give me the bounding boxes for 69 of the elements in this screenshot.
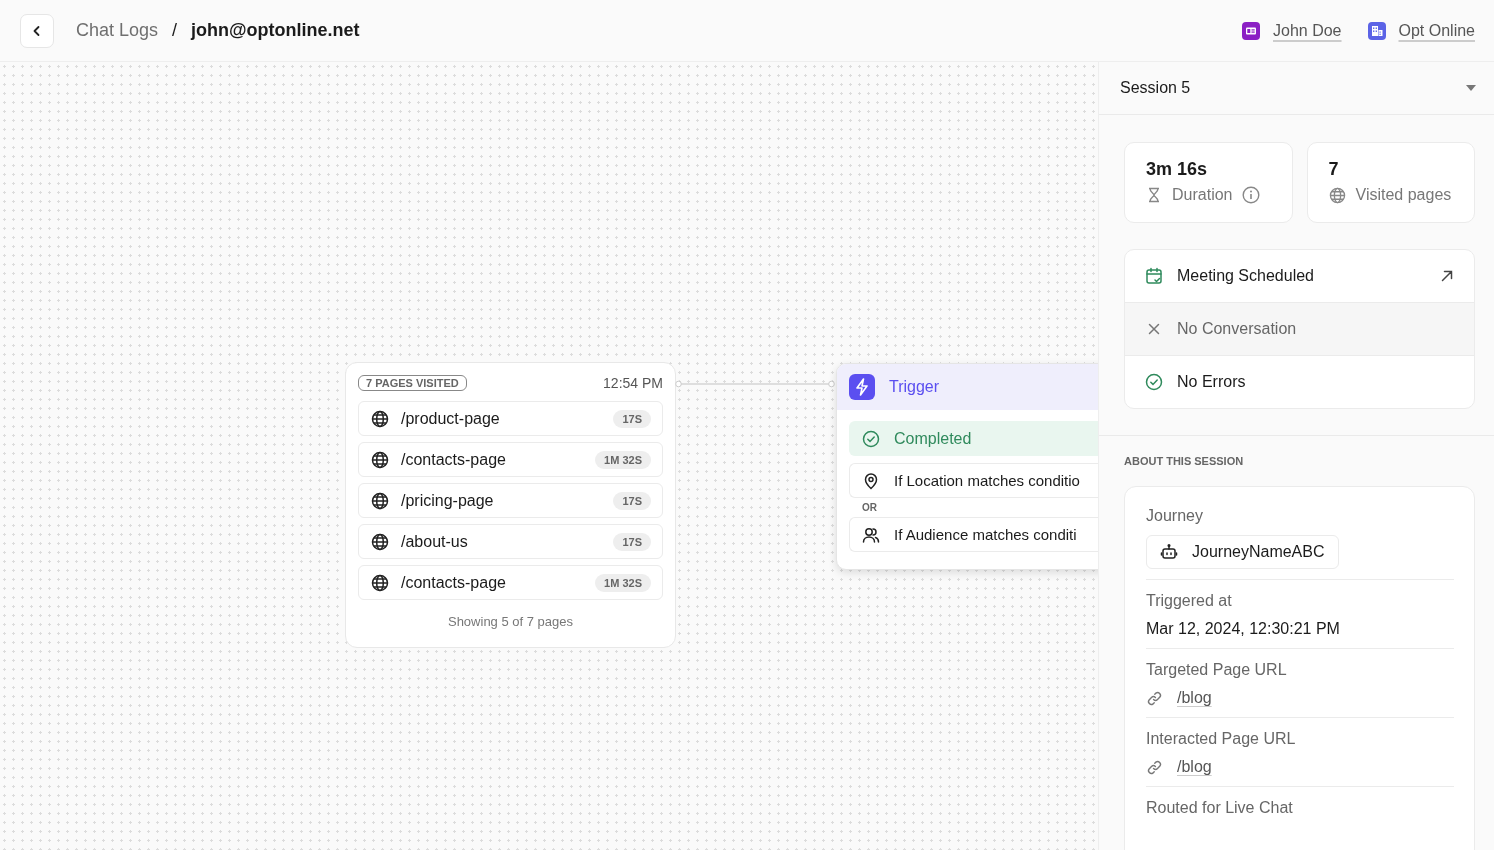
globe-icon [371,532,389,551]
location-pin-icon [862,471,880,490]
page-path: /pricing-page [401,491,495,510]
field-label: Routed for Live Chat [1146,799,1294,817]
outcome-text: Meeting Scheduled [1177,267,1315,285]
check-circle-icon [862,429,880,448]
section-heading: ABOUT THIS SESSION [1124,455,1245,467]
outcome-text: No Errors [1177,373,1247,391]
contact-card-icon [1242,21,1260,40]
page-row[interactable]: /pricing-page 17S [358,483,663,518]
field-label: Journey [1146,507,1204,525]
robot-icon [1160,543,1178,561]
check-circle-icon [1145,373,1163,391]
duration-badge: 17S [613,409,651,428]
url-link[interactable]: /blog [1177,758,1212,776]
pages-count-text: Showing 5 of 7 pages [446,614,574,629]
condition-row[interactable]: If Location matches conditio [849,463,1098,498]
page-path: /about-us [401,532,469,551]
caret-down-icon [1466,85,1476,91]
outcome-row[interactable]: Meeting Scheduled [1125,250,1474,302]
completed-status: Completed [849,421,1098,456]
globe-icon [1328,186,1346,204]
info-icon[interactable] [1242,186,1261,204]
page-row[interactable]: /contacts-page 1M 32S [358,442,663,477]
breadcrumb-current: john@optonline.net [191,20,360,41]
duration-badge: 17S [613,491,651,510]
session-dropdown[interactable]: Session 5 [1099,62,1494,115]
breadcrumb-separator: / [172,20,178,41]
field-label: Triggered at [1146,592,1233,610]
building-icon [1367,21,1386,40]
stat-value: 3m 16s [1146,159,1209,180]
trigger-title: Trigger [889,378,940,396]
back-button[interactable] [20,13,54,48]
outcome-text: No Conversation [1177,320,1298,338]
pages-visited-badge: 7 PAGES VISITED [358,375,467,391]
external-arrow-icon[interactable] [1440,269,1454,283]
timestamp: 12:54 PM [603,375,663,391]
page-path: /product-page [401,409,501,428]
header-link[interactable]: Opt Online [1398,21,1475,40]
stat-value: 7 [1328,159,1340,180]
hourglass-icon [1146,187,1162,203]
globe-icon [371,491,389,510]
globe-icon [371,450,389,469]
page-row[interactable]: /product-page 17S [358,401,663,436]
page-path: /contacts-page [401,573,507,592]
globe-icon [371,573,389,592]
breadcrumb-link[interactable]: Chat Logs [76,20,159,41]
globe-icon [371,409,389,428]
page-path: /contacts-page [401,450,507,469]
condition-row[interactable]: If Audience matches conditi [849,517,1098,552]
calendar-check-icon [1145,267,1163,285]
field-value: Mar 12, 2024, 12:30:21 PM [1146,620,1341,638]
link-icon [1146,758,1163,776]
users-icon [862,525,880,544]
page-row[interactable]: /about-us 17S [358,524,663,559]
or-label: OR [862,501,877,513]
url-link[interactable]: /blog [1177,689,1212,707]
link-icon [1146,689,1163,707]
duration-badge: 17S [613,532,651,551]
stat-label: Visited pages [1355,186,1452,204]
lightning-icon [849,374,875,400]
stat-label: Duration [1172,186,1233,204]
page-row[interactable]: /contacts-page 1M 32S [358,565,663,600]
journey-chip[interactable]: JourneyNameABC [1146,535,1339,569]
duration-badge: 1M 32S [595,450,651,469]
field-label: Targeted Page URL [1146,661,1288,679]
header-link[interactable]: John Doe [1273,21,1342,40]
duration-badge: 1M 32S [595,573,651,592]
field-label: Interacted Page URL [1146,730,1297,748]
